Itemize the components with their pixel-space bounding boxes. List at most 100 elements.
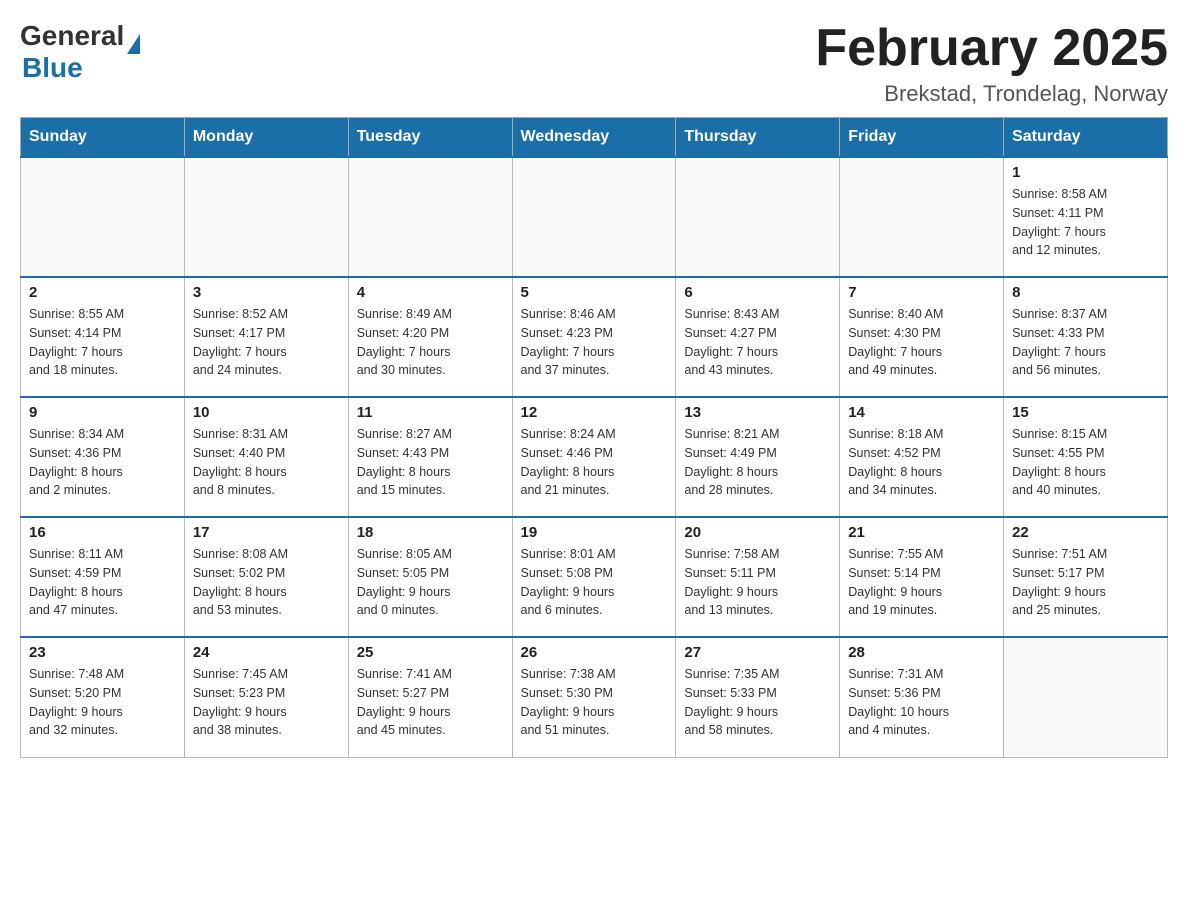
table-cell (348, 157, 512, 277)
header-tuesday: Tuesday (348, 118, 512, 158)
header-friday: Friday (840, 118, 1004, 158)
title-block: February 2025 Brekstad, Trondelag, Norwa… (815, 20, 1168, 107)
week-row-2: 2 Sunrise: 8:55 AM Sunset: 4:14 PM Daylig… (21, 277, 1168, 397)
day-number: 10 (193, 404, 340, 421)
day-info: Sunrise: 8:52 AM Sunset: 4:17 PM Dayligh… (193, 305, 340, 380)
day-number: 14 (848, 404, 995, 421)
table-cell (840, 157, 1004, 277)
day-number: 26 (521, 644, 668, 661)
table-cell: 10 Sunrise: 8:31 AM Sunset: 4:40 PM Dayli… (184, 397, 348, 517)
table-cell: 7Sunrise: 8:40 AM Sunset: 4:30 PM Daylig… (840, 277, 1004, 397)
day-info: Sunrise: 7:41 AM Sunset: 5:27 PM Dayligh… (357, 665, 504, 740)
week-row-3: 9 Sunrise: 8:34 AM Sunset: 4:36 PM Daylig… (21, 397, 1168, 517)
table-cell: 21 Sunrise: 7:55 AM Sunset: 5:14 PM Dayli… (840, 517, 1004, 637)
day-number: 19 (521, 524, 668, 541)
table-cell (184, 157, 348, 277)
header-monday: Monday (184, 118, 348, 158)
day-info: Sunrise: 8:34 AM Sunset: 4:36 PM Dayligh… (29, 425, 176, 500)
day-info: Sunrise: 8:49 AM Sunset: 4:20 PM Dayligh… (357, 305, 504, 380)
day-info: Sunrise: 8:01 AM Sunset: 5:08 PM Dayligh… (521, 545, 668, 620)
week-row-4: 16 Sunrise: 8:11 AM Sunset: 4:59 PM Dayli… (21, 517, 1168, 637)
day-info: Sunrise: 8:37 AM Sunset: 4:33 PM Dayligh… (1012, 305, 1159, 380)
page-header: General Blue February 2025 Brekstad, Tro… (20, 20, 1168, 107)
day-number: 9 (29, 404, 176, 421)
day-number: 15 (1012, 404, 1159, 421)
table-cell: 25 Sunrise: 7:41 AM Sunset: 5:27 PM Dayli… (348, 637, 512, 757)
day-info: Sunrise: 8:43 AM Sunset: 4:27 PM Dayligh… (684, 305, 831, 380)
day-number: 3 (193, 284, 340, 301)
table-cell: 23 Sunrise: 7:48 AM Sunset: 5:20 PM Dayli… (21, 637, 185, 757)
table-cell: 16 Sunrise: 8:11 AM Sunset: 4:59 PM Dayli… (21, 517, 185, 637)
day-info: Sunrise: 8:08 AM Sunset: 5:02 PM Dayligh… (193, 545, 340, 620)
table-cell (1004, 637, 1168, 757)
table-cell: 28 Sunrise: 7:31 AM Sunset: 5:36 PM Dayli… (840, 637, 1004, 757)
day-number: 13 (684, 404, 831, 421)
table-cell: 4 Sunrise: 8:49 AM Sunset: 4:20 PM Daylig… (348, 277, 512, 397)
day-number: 24 (193, 644, 340, 661)
table-cell: 27Sunrise: 7:35 AM Sunset: 5:33 PM Dayli… (676, 637, 840, 757)
day-number: 16 (29, 524, 176, 541)
table-cell: 12 Sunrise: 8:24 AM Sunset: 4:46 PM Dayli… (512, 397, 676, 517)
day-info: Sunrise: 8:55 AM Sunset: 4:14 PM Dayligh… (29, 305, 176, 380)
day-number: 8 (1012, 284, 1159, 301)
day-number: 25 (357, 644, 504, 661)
table-cell: 9 Sunrise: 8:34 AM Sunset: 4:36 PM Daylig… (21, 397, 185, 517)
weekday-header-row: Sunday Monday Tuesday Wednesday Thursday… (21, 118, 1168, 158)
table-cell: 2 Sunrise: 8:55 AM Sunset: 4:14 PM Daylig… (21, 277, 185, 397)
day-info: Sunrise: 8:31 AM Sunset: 4:40 PM Dayligh… (193, 425, 340, 500)
day-info: Sunrise: 7:51 AM Sunset: 5:17 PM Dayligh… (1012, 545, 1159, 620)
day-info: Sunrise: 7:38 AM Sunset: 5:30 PM Dayligh… (521, 665, 668, 740)
day-info: Sunrise: 8:21 AM Sunset: 4:49 PM Dayligh… (684, 425, 831, 500)
day-number: 22 (1012, 524, 1159, 541)
header-sunday: Sunday (21, 118, 185, 158)
day-info: Sunrise: 8:27 AM Sunset: 4:43 PM Dayligh… (357, 425, 504, 500)
logo: General Blue (20, 20, 140, 84)
day-info: Sunrise: 7:35 AM Sunset: 5:33 PM Dayligh… (684, 665, 831, 740)
header-wednesday: Wednesday (512, 118, 676, 158)
day-info: Sunrise: 8:58 AM Sunset: 4:11 PM Dayligh… (1012, 185, 1159, 260)
table-cell: 3 Sunrise: 8:52 AM Sunset: 4:17 PM Daylig… (184, 277, 348, 397)
table-cell: 8 Sunrise: 8:37 AM Sunset: 4:33 PM Daylig… (1004, 277, 1168, 397)
day-info: Sunrise: 7:55 AM Sunset: 5:14 PM Dayligh… (848, 545, 995, 620)
table-cell: 6 Sunrise: 8:43 AM Sunset: 4:27 PM Daylig… (676, 277, 840, 397)
table-cell (512, 157, 676, 277)
day-number: 2 (29, 284, 176, 301)
day-number: 21 (848, 524, 995, 541)
day-info: Sunrise: 8:24 AM Sunset: 4:46 PM Dayligh… (521, 425, 668, 500)
day-info: Sunrise: 7:45 AM Sunset: 5:23 PM Dayligh… (193, 665, 340, 740)
day-info: Sunrise: 8:11 AM Sunset: 4:59 PM Dayligh… (29, 545, 176, 620)
day-number: 23 (29, 644, 176, 661)
table-cell: 14 Sunrise: 8:18 AM Sunset: 4:52 PM Dayli… (840, 397, 1004, 517)
day-number: 1 (1012, 164, 1159, 181)
table-cell: 26 Sunrise: 7:38 AM Sunset: 5:30 PM Dayli… (512, 637, 676, 757)
logo-text-blue: Blue (22, 52, 83, 83)
day-info: Sunrise: 7:48 AM Sunset: 5:20 PM Dayligh… (29, 665, 176, 740)
day-info: Sunrise: 8:18 AM Sunset: 4:52 PM Dayligh… (848, 425, 995, 500)
day-number: 4 (357, 284, 504, 301)
week-row-1: 1 Sunrise: 8:58 AM Sunset: 4:11 PM Daylig… (21, 157, 1168, 277)
day-info: Sunrise: 8:46 AM Sunset: 4:23 PM Dayligh… (521, 305, 668, 380)
day-number: 11 (357, 404, 504, 421)
week-row-5: 23 Sunrise: 7:48 AM Sunset: 5:20 PM Dayli… (21, 637, 1168, 757)
day-number: 5 (521, 284, 668, 301)
day-number: 28 (848, 644, 995, 661)
table-cell: 5 Sunrise: 8:46 AM Sunset: 4:23 PM Daylig… (512, 277, 676, 397)
table-cell: 15 Sunrise: 8:15 AM Sunset: 4:55 PM Dayli… (1004, 397, 1168, 517)
day-number: 7 (848, 284, 995, 301)
day-number: 12 (521, 404, 668, 421)
table-cell: 11 Sunrise: 8:27 AM Sunset: 4:43 PM Dayli… (348, 397, 512, 517)
day-info: Sunrise: 8:15 AM Sunset: 4:55 PM Dayligh… (1012, 425, 1159, 500)
table-cell (21, 157, 185, 277)
day-info: Sunrise: 7:58 AM Sunset: 5:11 PM Dayligh… (684, 545, 831, 620)
day-number: 6 (684, 284, 831, 301)
day-info: Sunrise: 7:31 AM Sunset: 5:36 PM Dayligh… (848, 665, 995, 740)
logo-icon (127, 34, 140, 54)
day-info: Sunrise: 8:05 AM Sunset: 5:05 PM Dayligh… (357, 545, 504, 620)
header-thursday: Thursday (676, 118, 840, 158)
header-saturday: Saturday (1004, 118, 1168, 158)
table-cell: 20Sunrise: 7:58 AM Sunset: 5:11 PM Dayli… (676, 517, 840, 637)
table-cell: 17Sunrise: 8:08 AM Sunset: 5:02 PM Dayli… (184, 517, 348, 637)
table-cell: 18Sunrise: 8:05 AM Sunset: 5:05 PM Dayli… (348, 517, 512, 637)
table-cell: 1 Sunrise: 8:58 AM Sunset: 4:11 PM Daylig… (1004, 157, 1168, 277)
month-title: February 2025 (815, 20, 1168, 77)
